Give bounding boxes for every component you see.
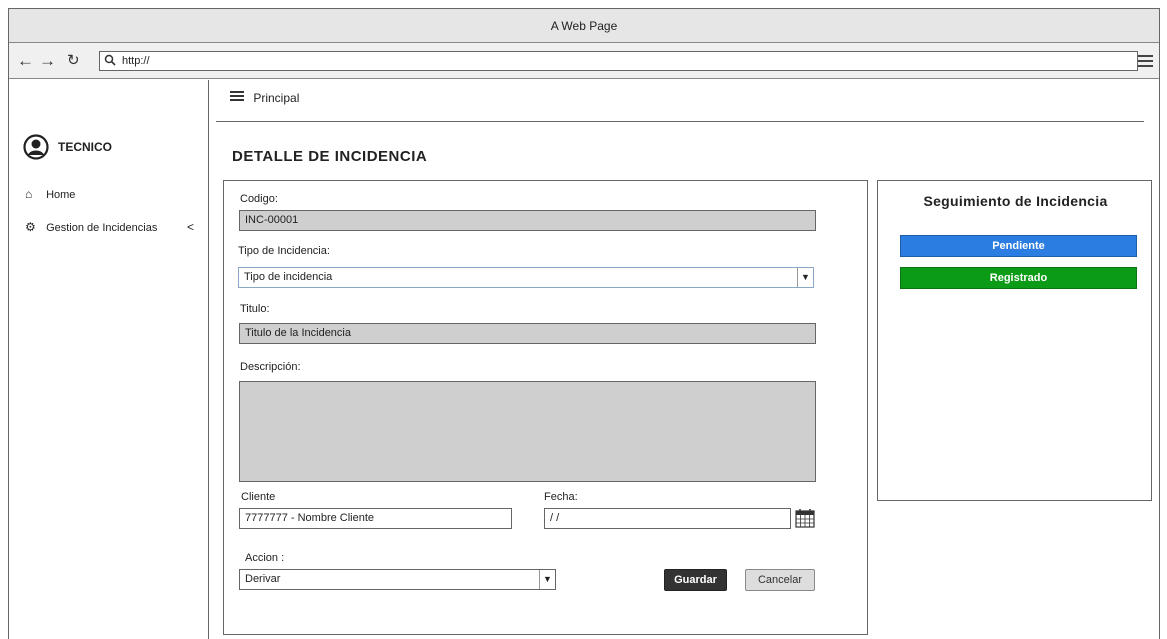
- tipo-incidencia-select[interactable]: Tipo de incidencia ▼: [238, 267, 814, 288]
- cancelar-button[interactable]: Cancelar: [745, 569, 815, 591]
- browser-window: A Web Page ← → ↻ http:// TECNICO ⌂ Home …: [8, 8, 1160, 639]
- window-title: A Web Page: [9, 9, 1159, 43]
- guardar-button[interactable]: Guardar: [664, 569, 727, 591]
- breadcrumb[interactable]: Principal: [230, 91, 299, 105]
- codigo-label: Codigo:: [240, 193, 278, 205]
- calendar-icon[interactable]: [795, 508, 815, 528]
- tipo-incidencia-label: Tipo de Incidencia:: [238, 245, 330, 257]
- descripcion-textarea[interactable]: [239, 381, 816, 482]
- seguimiento-panel: Seguimiento de Incidencia Pendiente Regi…: [877, 180, 1152, 501]
- search-icon: [104, 54, 116, 66]
- home-icon: ⌂: [25, 187, 33, 201]
- cliente-label: Cliente: [241, 491, 276, 503]
- sidebar-item-label: Home: [46, 189, 76, 201]
- seguimiento-title: Seguimiento de Incidencia: [923, 193, 1108, 209]
- chevron-left-icon[interactable]: <: [187, 220, 194, 234]
- user-avatar-icon: [23, 134, 49, 160]
- fecha-input[interactable]: / /: [544, 508, 791, 529]
- forward-arrow-icon[interactable]: →: [39, 51, 56, 71]
- back-arrow-icon[interactable]: ←: [17, 51, 34, 71]
- url-input[interactable]: http://: [99, 51, 1138, 71]
- page-title: DETALLE DE INCIDENCIA: [232, 148, 428, 165]
- sidebar-item-home[interactable]: ⌂ Home: [25, 187, 75, 201]
- tipo-incidencia-value: Tipo de incidencia: [244, 271, 333, 283]
- list-icon: [230, 91, 244, 103]
- sidebar-item-gestion-incidencias[interactable]: ⚙ Gestion de Incidencias <: [25, 220, 200, 234]
- status-badge-pendiente: Pendiente: [900, 235, 1137, 257]
- accion-label: Accion :: [245, 552, 285, 564]
- main-content: Principal DETALLE DE INCIDENCIA Codigo: …: [210, 80, 1160, 639]
- sidebar-item-label: Gestion de Incidencias: [46, 222, 158, 234]
- titulo-field: Titulo de la Incidencia: [239, 323, 816, 344]
- breadcrumb-label: Principal: [253, 91, 300, 105]
- sidebar: TECNICO ⌂ Home ⚙ Gestion de Incidencias …: [9, 80, 209, 639]
- reload-icon[interactable]: ↻: [67, 51, 80, 71]
- gears-icon: ⚙: [25, 220, 36, 234]
- incident-form-panel: Codigo: INC-00001 Tipo de Incidencia: Ti…: [223, 180, 868, 635]
- url-text: http://: [122, 55, 150, 67]
- status-badge-registrado: Registrado: [900, 267, 1137, 289]
- accion-value: Derivar: [245, 573, 281, 585]
- chevron-down-icon: ▼: [797, 268, 813, 287]
- hamburger-menu-icon[interactable]: [1138, 55, 1153, 70]
- descripcion-label: Descripción:: [240, 361, 301, 373]
- cliente-input[interactable]: 7777777 - Nombre Cliente: [239, 508, 512, 529]
- user-role-label: TECNICO: [58, 140, 112, 154]
- chevron-down-icon: ▼: [539, 570, 555, 589]
- fecha-label: Fecha:: [544, 491, 578, 503]
- accion-select[interactable]: Derivar ▼: [239, 569, 556, 590]
- codigo-field: INC-00001: [239, 210, 816, 231]
- url-toolbar: ← → ↻ http://: [9, 43, 1159, 79]
- divider: [216, 121, 1144, 122]
- titulo-label: Titulo:: [240, 303, 270, 315]
